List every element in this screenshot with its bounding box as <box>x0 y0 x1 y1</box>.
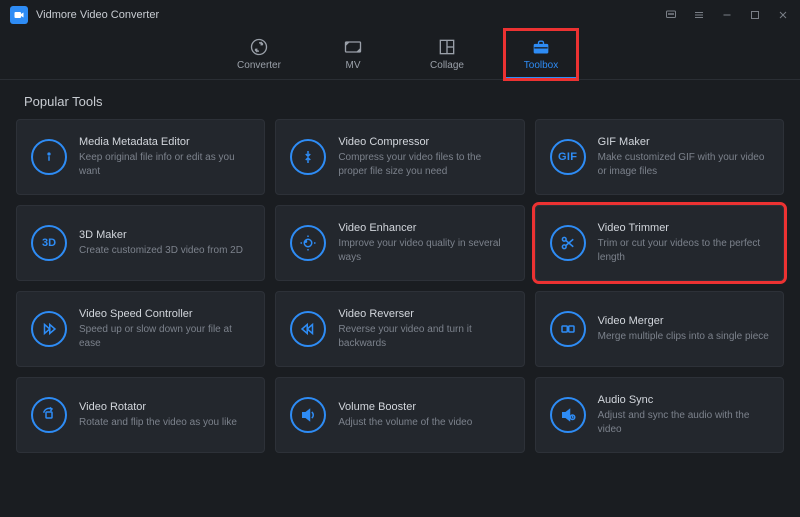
logo-icon <box>13 9 25 21</box>
tools-grid: Media Metadata Editor Keep original file… <box>0 119 800 467</box>
tool-video-merger[interactable]: Video Merger Merge multiple clips into a… <box>535 291 784 367</box>
tool-title: Volume Booster <box>338 401 472 413</box>
tool-desc: Compress your video files to the proper … <box>338 151 509 178</box>
tool-title: Video Trimmer <box>598 222 769 234</box>
app-logo <box>10 6 28 24</box>
tool-desc: Keep original file info or edit as you w… <box>79 151 250 178</box>
tool-video-reverser[interactable]: Video Reverser Reverse your video and tu… <box>275 291 524 367</box>
tool-video-enhancer[interactable]: Video Enhancer Improve your video qualit… <box>275 205 524 281</box>
tool-title: Video Compressor <box>338 136 509 148</box>
audio-sync-icon <box>550 397 586 433</box>
converter-icon <box>249 37 269 57</box>
tool-media-metadata-editor[interactable]: Media Metadata Editor Keep original file… <box>16 119 265 195</box>
tool-title: Video Speed Controller <box>79 308 250 320</box>
tool-title: Media Metadata Editor <box>79 136 250 148</box>
tool-gif-maker[interactable]: GIF GIF Maker Make customized GIF with y… <box>535 119 784 195</box>
tab-mv[interactable]: MV <box>317 30 389 79</box>
tool-audio-sync[interactable]: Audio Sync Adjust and sync the audio wit… <box>535 377 784 453</box>
tool-title: Video Enhancer <box>338 222 509 234</box>
tool-desc: Speed up or slow down your file at ease <box>79 323 250 350</box>
volume-icon <box>290 397 326 433</box>
rotate-icon <box>31 397 67 433</box>
gif-icon: GIF <box>550 139 586 175</box>
tab-label: Collage <box>430 60 464 71</box>
maximize-icon[interactable] <box>748 8 762 22</box>
close-icon[interactable] <box>776 8 790 22</box>
tool-video-trimmer[interactable]: Video Trimmer Trim or cut your videos to… <box>535 205 784 281</box>
tool-desc: Trim or cut your videos to the perfect l… <box>598 237 769 264</box>
info-icon <box>31 139 67 175</box>
tab-label: Toolbox <box>524 60 558 71</box>
tool-video-speed-controller[interactable]: Video Speed Controller Speed up or slow … <box>16 291 265 367</box>
tool-desc: Adjust and sync the audio with the video <box>598 409 769 436</box>
main-tabs: Converter MV Collage Toolbox <box>0 30 800 80</box>
enhance-icon <box>290 225 326 261</box>
tool-volume-booster[interactable]: Volume Booster Adjust the volume of the … <box>275 377 524 453</box>
compress-icon <box>290 139 326 175</box>
section-heading: Popular Tools <box>0 80 800 119</box>
titlebar: Vidmore Video Converter <box>0 0 800 30</box>
reverse-icon <box>290 311 326 347</box>
tool-title: Audio Sync <box>598 394 769 406</box>
tool-desc: Rotate and flip the video as you like <box>79 416 237 430</box>
tool-desc: Create customized 3D video from 2D <box>79 244 243 258</box>
window-controls <box>664 8 790 22</box>
tool-video-rotator[interactable]: Video Rotator Rotate and flip the video … <box>16 377 265 453</box>
toolbox-icon <box>531 37 551 57</box>
scissors-icon <box>550 225 586 261</box>
minimize-icon[interactable] <box>720 8 734 22</box>
tab-label: Converter <box>237 60 281 71</box>
tab-converter[interactable]: Converter <box>223 30 295 79</box>
mv-icon <box>343 37 363 57</box>
tool-desc: Make customized GIF with your video or i… <box>598 151 769 178</box>
tool-title: Video Merger <box>598 315 769 327</box>
tool-desc: Adjust the volume of the video <box>338 416 472 430</box>
tab-collage[interactable]: Collage <box>411 30 483 79</box>
tool-desc: Improve your video quality in several wa… <box>338 237 509 264</box>
collage-icon <box>437 37 457 57</box>
tool-title: GIF Maker <box>598 136 769 148</box>
tab-toolbox[interactable]: Toolbox <box>505 30 577 79</box>
speed-icon <box>31 311 67 347</box>
tool-desc: Reverse your video and turn it backwards <box>338 323 509 350</box>
three-d-icon: 3D <box>31 225 67 261</box>
menu-icon[interactable] <box>692 8 706 22</box>
tab-label: MV <box>346 60 361 71</box>
tool-title: 3D Maker <box>79 229 243 241</box>
tool-title: Video Reverser <box>338 308 509 320</box>
tool-title: Video Rotator <box>79 401 237 413</box>
merge-icon <box>550 311 586 347</box>
feedback-icon[interactable] <box>664 8 678 22</box>
tool-3d-maker[interactable]: 3D 3D Maker Create customized 3D video f… <box>16 205 265 281</box>
app-title: Vidmore Video Converter <box>36 9 159 21</box>
tool-video-compressor[interactable]: Video Compressor Compress your video fil… <box>275 119 524 195</box>
tool-desc: Merge multiple clips into a single piece <box>598 330 769 344</box>
